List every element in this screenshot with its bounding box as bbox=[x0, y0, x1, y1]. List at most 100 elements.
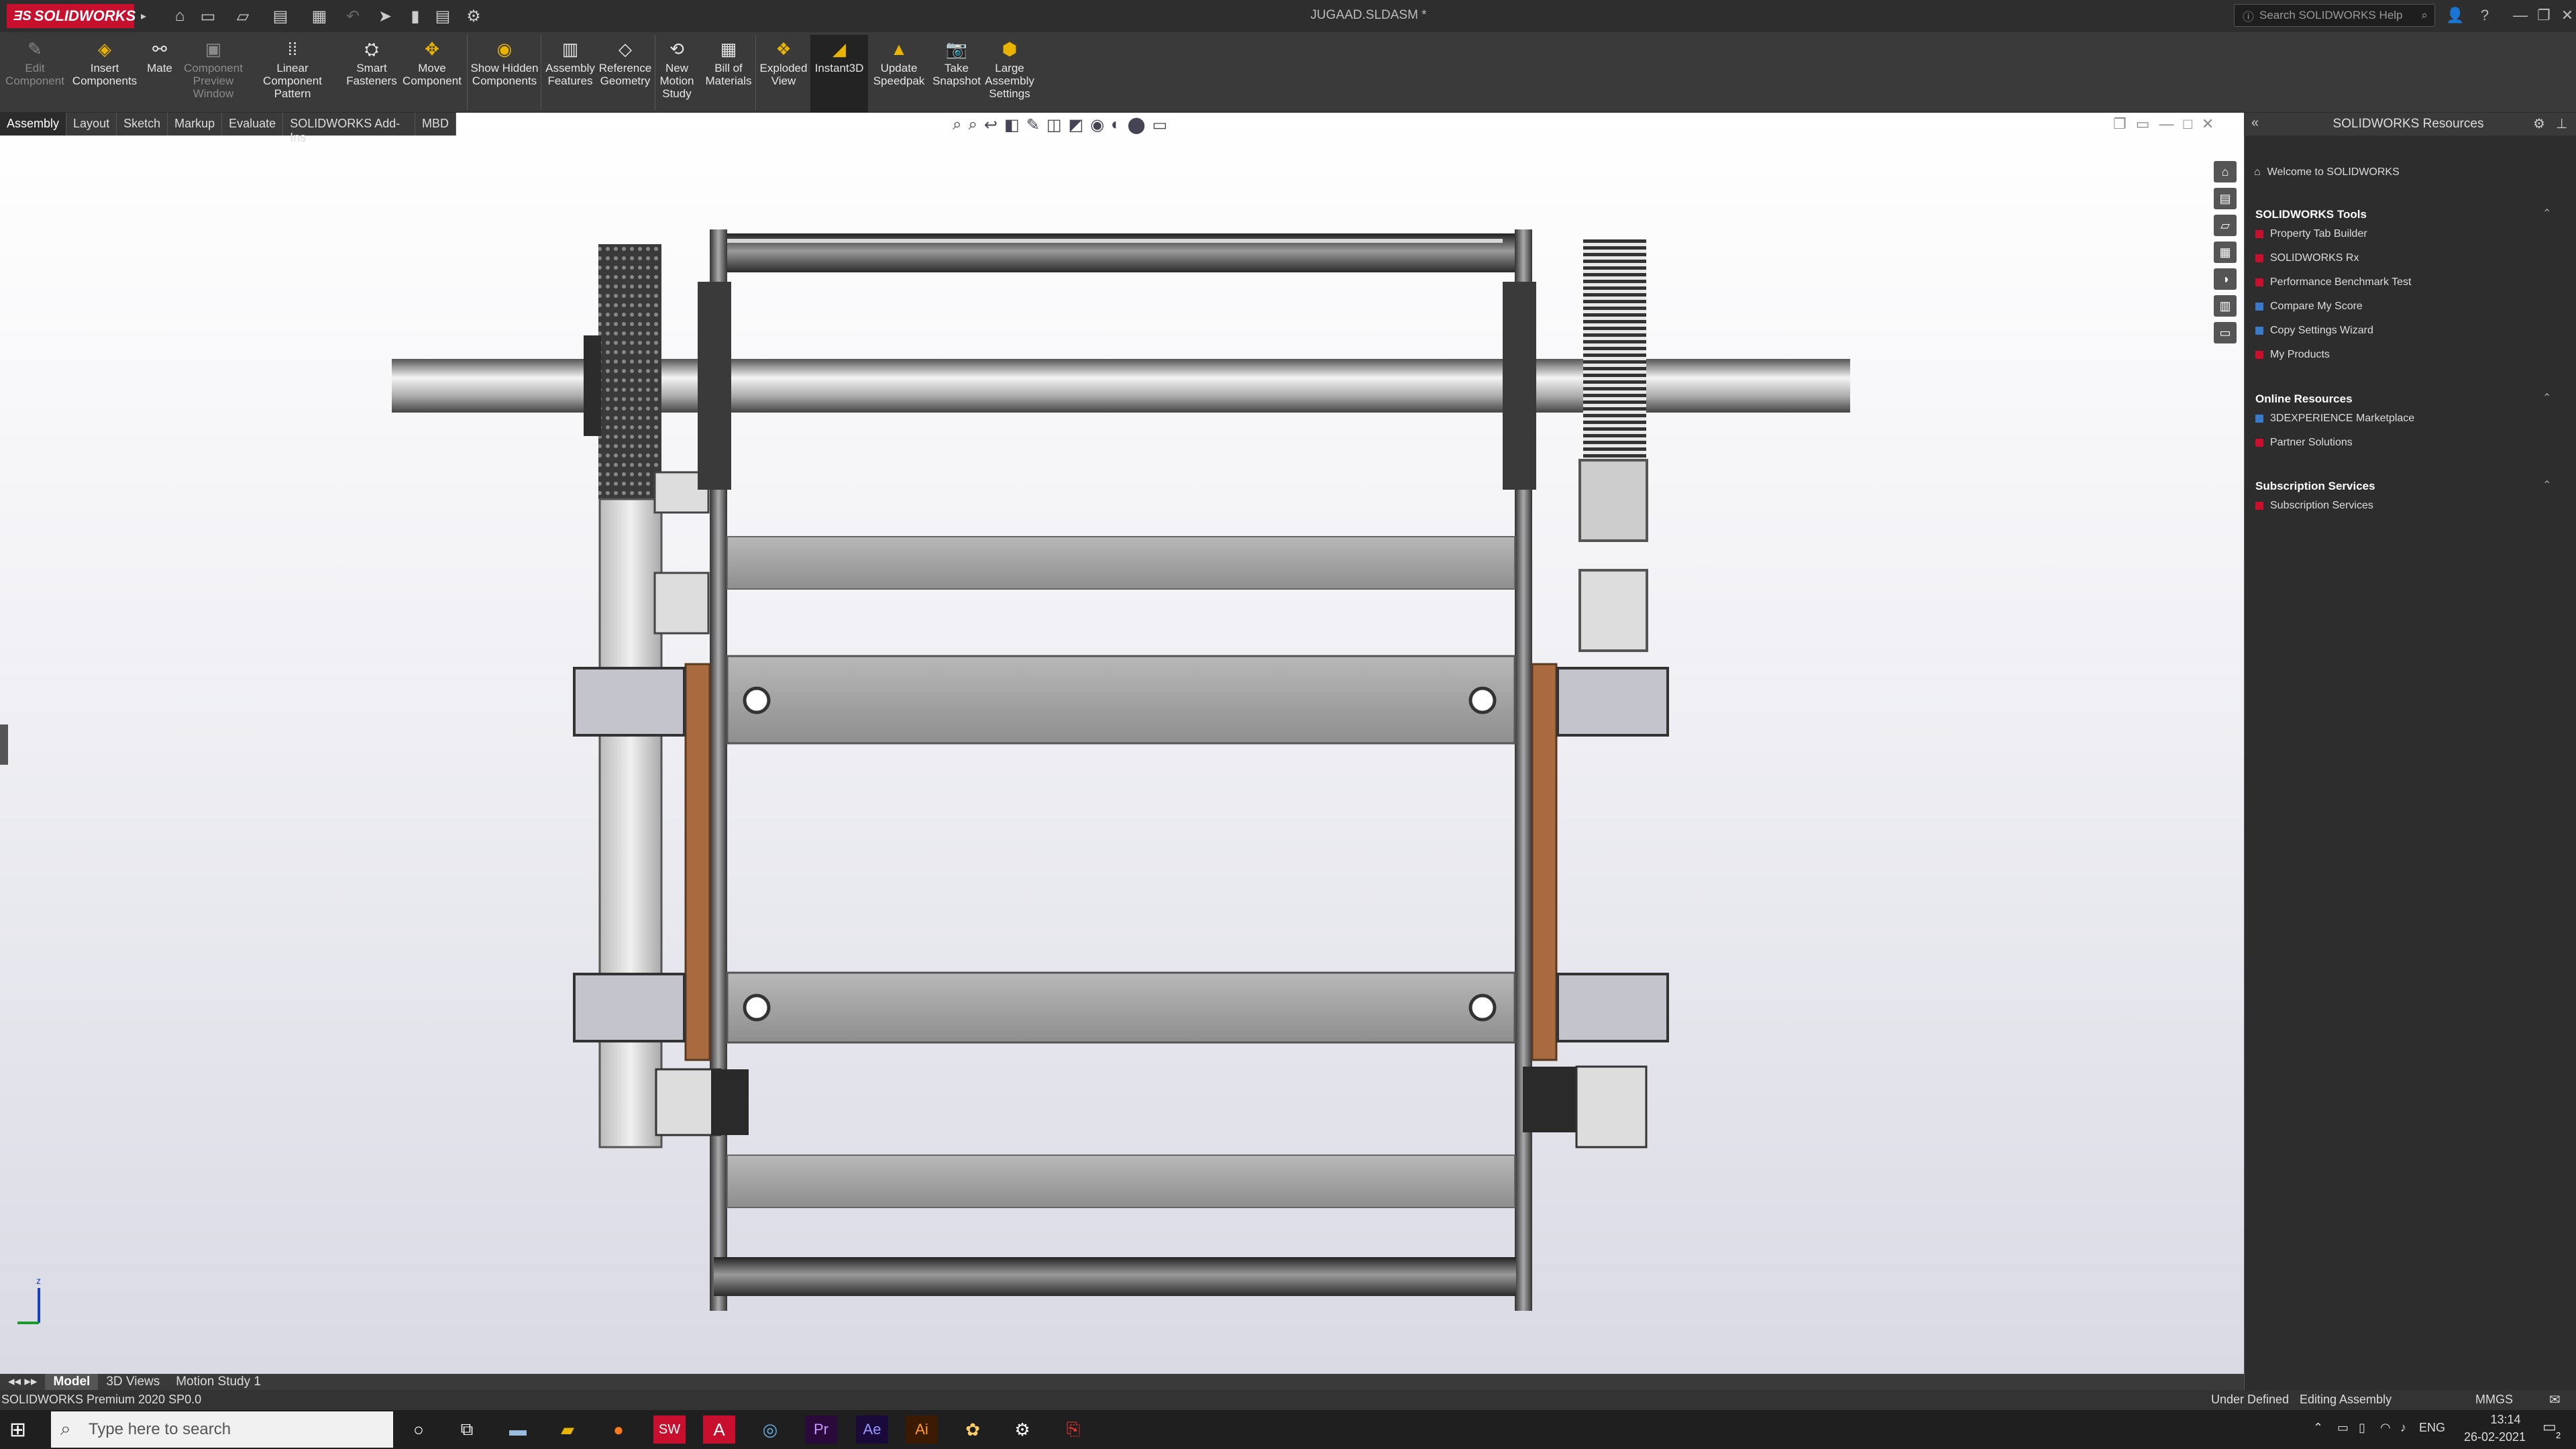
cortana-icon[interactable]: ○ bbox=[402, 1415, 435, 1444]
collapse-section-icon[interactable]: ⌃ bbox=[2542, 207, 2551, 220]
section-online-resources[interactable]: Online Resources bbox=[2255, 392, 2353, 406]
resources-home-icon[interactable]: ⌂ bbox=[2214, 161, 2237, 182]
tools-item[interactable]: SOLIDWORKS Rx bbox=[2255, 252, 2359, 264]
chrome-icon[interactable]: ◎ bbox=[754, 1415, 786, 1444]
solidworks-taskbar-icon[interactable]: SW bbox=[653, 1415, 686, 1444]
tray-chevron-icon[interactable]: ⌃ bbox=[2313, 1421, 2323, 1435]
task-view-icon[interactable]: ⧉ bbox=[451, 1415, 483, 1444]
subscription-item[interactable]: Subscription Services bbox=[2255, 500, 2373, 512]
view-palette-icon[interactable]: ▦ bbox=[2214, 241, 2237, 263]
lower-cross-plate bbox=[726, 971, 1516, 1044]
file-explorer-icon[interactable]: ▱ bbox=[2214, 215, 2237, 236]
file-explorer-icon[interactable]: ▰ bbox=[551, 1415, 584, 1444]
left-sprocket bbox=[598, 244, 661, 499]
status-units[interactable]: MMGS bbox=[2475, 1393, 2513, 1407]
right-mount-block-bottom bbox=[1556, 973, 1669, 1042]
premiere-icon[interactable]: Pr bbox=[805, 1415, 837, 1444]
custom-properties-icon[interactable]: ▥ bbox=[2214, 295, 2237, 317]
status-mode: Editing Assembly bbox=[2300, 1393, 2392, 1406]
tools-item[interactable]: Performance Benchmark Test bbox=[2255, 276, 2411, 288]
tools-item[interactable]: Compare My Score bbox=[2255, 301, 2363, 313]
welcome-link[interactable]: ⌂ Welcome to SOLIDWORKS bbox=[2254, 166, 2400, 178]
right-lower-pulley bbox=[1575, 1065, 1648, 1148]
left-mount-block-bottom bbox=[573, 973, 686, 1042]
tab-motion-study-1[interactable]: Motion Study 1 bbox=[168, 1374, 269, 1390]
tab-model[interactable]: Model bbox=[45, 1374, 99, 1390]
right-brass-bar bbox=[1531, 663, 1558, 1061]
help-icon: ⓘ bbox=[2243, 10, 2254, 23]
language-indicator[interactable]: ENG bbox=[2419, 1421, 2445, 1435]
tool-icon bbox=[2255, 327, 2263, 335]
left-belt bbox=[598, 498, 663, 1148]
tab-3d-views[interactable]: 3D Views bbox=[98, 1374, 168, 1390]
appearances-icon[interactable]: ◑ bbox=[2214, 268, 2237, 290]
clock-date[interactable]: 26-02-2021 bbox=[2451, 1430, 2538, 1444]
top-rod-highlight bbox=[727, 239, 1503, 243]
upper-plate-hole-right bbox=[1468, 686, 1497, 714]
clock-time[interactable]: 13:14 bbox=[2472, 1413, 2539, 1427]
pane-settings-icon[interactable]: ⚙ bbox=[2533, 115, 2545, 132]
windows-start-icon[interactable]: ⊞ bbox=[9, 1418, 26, 1442]
firefox-icon[interactable]: ● bbox=[602, 1415, 635, 1444]
partner-icon bbox=[2255, 439, 2263, 447]
left-lower-hub bbox=[711, 1069, 749, 1135]
welcome-icon: ⌂ bbox=[2254, 166, 2261, 178]
right-pulley-mid bbox=[1578, 569, 1648, 652]
settings-gear-icon[interactable]: ⚙ bbox=[1006, 1415, 1038, 1444]
task-pane-tabs: ⌂ ▤ ▱ ▦ ◑ ▥ ▭ bbox=[2214, 161, 2241, 343]
collapse-pane-icon[interactable]: « bbox=[2251, 115, 2259, 131]
pin-icon[interactable]: ⊥ bbox=[2556, 115, 2567, 132]
collapse-section-icon[interactable]: ⌃ bbox=[2542, 478, 2551, 492]
assembly-model[interactable] bbox=[0, 0, 2244, 1374]
taskbar-app-icon[interactable]: ✿ bbox=[957, 1415, 989, 1444]
tool-icon bbox=[2255, 303, 2263, 311]
tool-icon bbox=[2255, 230, 2263, 238]
status-notification-icon[interactable]: ✉ bbox=[2549, 1391, 2561, 1408]
acrobat-icon[interactable]: A bbox=[703, 1415, 735, 1444]
sprocket-hub bbox=[584, 335, 601, 436]
help-search-input[interactable]: ⓘ Search SOLIDWORKS Help ⌕ bbox=[2234, 4, 2435, 27]
left-lower-pulley bbox=[655, 1068, 722, 1136]
left-bearing-housing bbox=[698, 282, 731, 490]
online-item[interactable]: 3DEXPERIENCE Marketplace bbox=[2255, 413, 2414, 425]
design-library-icon[interactable]: ▤ bbox=[2214, 188, 2237, 209]
illustrator-icon[interactable]: Ai bbox=[906, 1415, 938, 1444]
left-brass-bar bbox=[684, 663, 711, 1061]
notification-count: 2 bbox=[2556, 1430, 2561, 1440]
search-icon[interactable]: ⌕ bbox=[2421, 9, 2428, 22]
top-comb-plate bbox=[727, 536, 1515, 590]
tools-item[interactable]: Property Tab Builder bbox=[2255, 228, 2367, 240]
pdf-reader-icon[interactable]: ⎘ bbox=[1057, 1415, 1089, 1444]
after-effects-icon[interactable]: Ae bbox=[856, 1415, 888, 1444]
taskbar-search-input[interactable]: ⌕ Type here to search bbox=[51, 1411, 393, 1448]
help-question-icon[interactable]: ? bbox=[2470, 4, 2500, 27]
online-item[interactable]: Partner Solutions bbox=[2255, 437, 2353, 449]
tray-app-icon[interactable]: ▭ bbox=[2337, 1421, 2349, 1435]
left-idler-mid bbox=[653, 572, 710, 635]
user-icon[interactable]: 👤 bbox=[2440, 4, 2470, 27]
taskbar-app-icon[interactable]: ▬ bbox=[502, 1415, 534, 1444]
section-subscription-services[interactable]: Subscription Services bbox=[2255, 480, 2375, 493]
lower-plate-hole-right bbox=[1468, 994, 1497, 1022]
right-lower-hub bbox=[1523, 1067, 1579, 1132]
marketplace-icon bbox=[2255, 415, 2263, 423]
tool-icon bbox=[2255, 278, 2263, 286]
action-center-icon[interactable]: ▭ bbox=[2542, 1418, 2557, 1436]
right-bearing-housing bbox=[1503, 282, 1536, 490]
battery-icon[interactable]: ▯ bbox=[2359, 1421, 2365, 1435]
right-gear bbox=[1583, 239, 1646, 460]
bottom-comb-plate bbox=[727, 1155, 1515, 1208]
section-solidworks-tools[interactable]: SOLIDWORKS Tools bbox=[2255, 208, 2367, 221]
tool-icon bbox=[2255, 254, 2263, 262]
upper-cross-plate bbox=[726, 655, 1516, 745]
collapse-section-icon[interactable]: ⌃ bbox=[2542, 391, 2551, 405]
volume-icon[interactable]: ♪ bbox=[2400, 1421, 2406, 1435]
network-icon[interactable]: ◠ bbox=[2380, 1421, 2391, 1435]
tool-icon bbox=[2255, 351, 2263, 359]
close-window-button[interactable]: ✕ bbox=[2553, 4, 2576, 27]
scroll-first-icon[interactable]: ◂◂ ▸▸ bbox=[0, 1374, 45, 1390]
tools-item[interactable]: Copy Settings Wizard bbox=[2255, 325, 2373, 337]
subscription-icon bbox=[2255, 502, 2263, 510]
tools-item[interactable]: My Products bbox=[2255, 349, 2330, 361]
forum-icon[interactable]: ▭ bbox=[2214, 322, 2237, 343]
